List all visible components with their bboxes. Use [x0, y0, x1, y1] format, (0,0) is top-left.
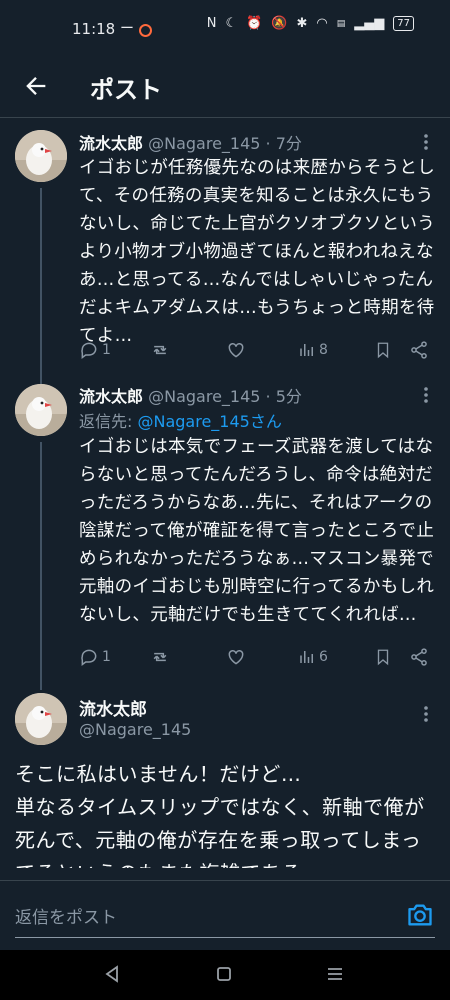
- reply-icon: [81, 649, 97, 666]
- nav-back-icon[interactable]: [100, 962, 124, 986]
- tweet[interactable]: 流水太郎 @Nagare_145 · 5分 返信先: @Nagare_145さん…: [0, 380, 450, 690]
- tweet-text: そこに私はいません！だけど… 単なるタイムスリップではなく、新軸で俺が死んで、元…: [15, 762, 425, 868]
- tweet-text: イゴおじが任務優先なのは来歴からそうとして、その任務の真実を知ることは永久にもう…: [79, 158, 435, 346]
- repost-icon: [153, 345, 167, 355]
- status-icons: N ☾ ⏰ 🔕 ✱ ◠ ▤ ▂▄▆ 77: [207, 16, 414, 31]
- tweet-time: · 7分: [265, 134, 302, 153]
- bookmark-icon: [377, 342, 389, 359]
- status-bar: 11:18 ー N ☾ ⏰ 🔕 ✱ ◠ ▤ ▂▄▆ 77: [0, 0, 450, 58]
- share-icon: [411, 341, 427, 359]
- tweet-header: 流水太郎 @Nagare_145 · 5分: [79, 383, 302, 407]
- camera-icon[interactable]: [406, 901, 434, 929]
- view-count: 8: [319, 342, 328, 358]
- views-icon: [300, 344, 313, 356]
- tweet-text: イゴおじは本気でフェーズ武器を渡してはならないと思ってたんだろうし、命令は絶対だ…: [79, 437, 435, 625]
- reply-to-user-link[interactable]: @Nagare_145さん: [137, 412, 281, 431]
- tweet-time: · 5分: [265, 387, 302, 406]
- focused-tweet[interactable]: 流水太郎 @Nagare_145 そこに私はいません！だけど… 単なるタイムスリ…: [0, 690, 450, 880]
- recording-indicator-icon: [139, 24, 152, 37]
- reply-button[interactable]: 1: [79, 647, 111, 667]
- views-button[interactable]: 8: [298, 341, 328, 359]
- bookmark-button[interactable]: [374, 340, 392, 360]
- display-name[interactable]: 流水太郎: [79, 134, 143, 153]
- thread-line: [40, 442, 42, 690]
- share-button[interactable]: [409, 647, 429, 667]
- status-dash: ー: [120, 21, 134, 37]
- avatar[interactable]: [15, 384, 67, 436]
- signal-icon: ▂▄▆: [354, 16, 385, 31]
- nav-recents-icon[interactable]: [323, 962, 347, 986]
- more-options-icon[interactable]: [420, 132, 432, 152]
- user-handle[interactable]: @Nagare_145: [148, 134, 260, 153]
- like-button[interactable]: [226, 647, 246, 667]
- heart-icon: [228, 342, 244, 358]
- back-arrow-icon[interactable]: [22, 72, 50, 100]
- tweet-actions: 1 6: [79, 645, 434, 669]
- system-nav-bar: [0, 950, 450, 1000]
- tweet[interactable]: 流水太郎 @Nagare_145 · 7分 イゴおじが任務優先なのは来歴からそう…: [0, 118, 450, 380]
- heart-icon: [228, 649, 244, 665]
- reply-icon: [81, 342, 97, 359]
- mute-icon: 🔕: [271, 16, 288, 31]
- bookmark-button[interactable]: [374, 647, 392, 667]
- user-handle[interactable]: @Nagare_145: [79, 720, 191, 739]
- like-button[interactable]: [226, 340, 246, 360]
- nav-home-icon[interactable]: [212, 962, 236, 986]
- share-icon: [411, 648, 427, 666]
- display-name[interactable]: 流水太郎: [79, 387, 143, 406]
- bookmark-icon: [377, 649, 389, 666]
- more-options-icon[interactable]: [420, 385, 432, 405]
- tweet-header: 流水太郎 @Nagare_145 · 7分: [79, 130, 302, 154]
- reply-count: 1: [102, 649, 111, 665]
- view-count: 6: [319, 649, 328, 665]
- repost-button[interactable]: [149, 340, 171, 360]
- reply-input-underline: [15, 937, 435, 938]
- thread-line: [40, 188, 42, 380]
- reply-count: 1: [102, 342, 111, 358]
- battery-icon: 77: [393, 16, 414, 31]
- wifi-icon: ◠: [316, 16, 328, 31]
- reply-to-prefix: 返信先:: [79, 412, 138, 431]
- avatar[interactable]: [15, 693, 67, 745]
- views-icon: [300, 651, 313, 663]
- moon-icon: ☾: [225, 16, 238, 31]
- page-title: ポスト: [90, 76, 162, 104]
- bluetooth-icon: ✱: [296, 16, 308, 31]
- alarm-icon: ⏰: [246, 16, 263, 31]
- avatar[interactable]: [15, 130, 67, 182]
- user-handle[interactable]: @Nagare_145: [148, 387, 260, 406]
- bird-avatar-icon: [15, 384, 67, 436]
- nfc-icon: N: [206, 16, 217, 31]
- volte-icon: ▤: [336, 18, 346, 29]
- tweet-actions: 1 8: [79, 338, 434, 362]
- status-time: 11:18: [72, 20, 116, 38]
- reply-bar: 返信をポスト: [0, 880, 450, 951]
- repost-icon: [153, 652, 167, 662]
- reply-to-line: 返信先: @Nagare_145さん: [79, 408, 282, 432]
- reply-input[interactable]: 返信をポスト: [15, 903, 117, 928]
- repost-button[interactable]: [149, 647, 171, 667]
- reply-button[interactable]: 1: [79, 340, 111, 360]
- header: ポスト: [0, 58, 450, 116]
- bird-avatar-icon: [15, 130, 67, 182]
- views-button[interactable]: 6: [298, 648, 328, 666]
- display-name[interactable]: 流水太郎: [79, 695, 147, 720]
- share-button[interactable]: [409, 340, 429, 360]
- more-options-icon[interactable]: [420, 704, 432, 724]
- bird-avatar-icon: [15, 693, 67, 745]
